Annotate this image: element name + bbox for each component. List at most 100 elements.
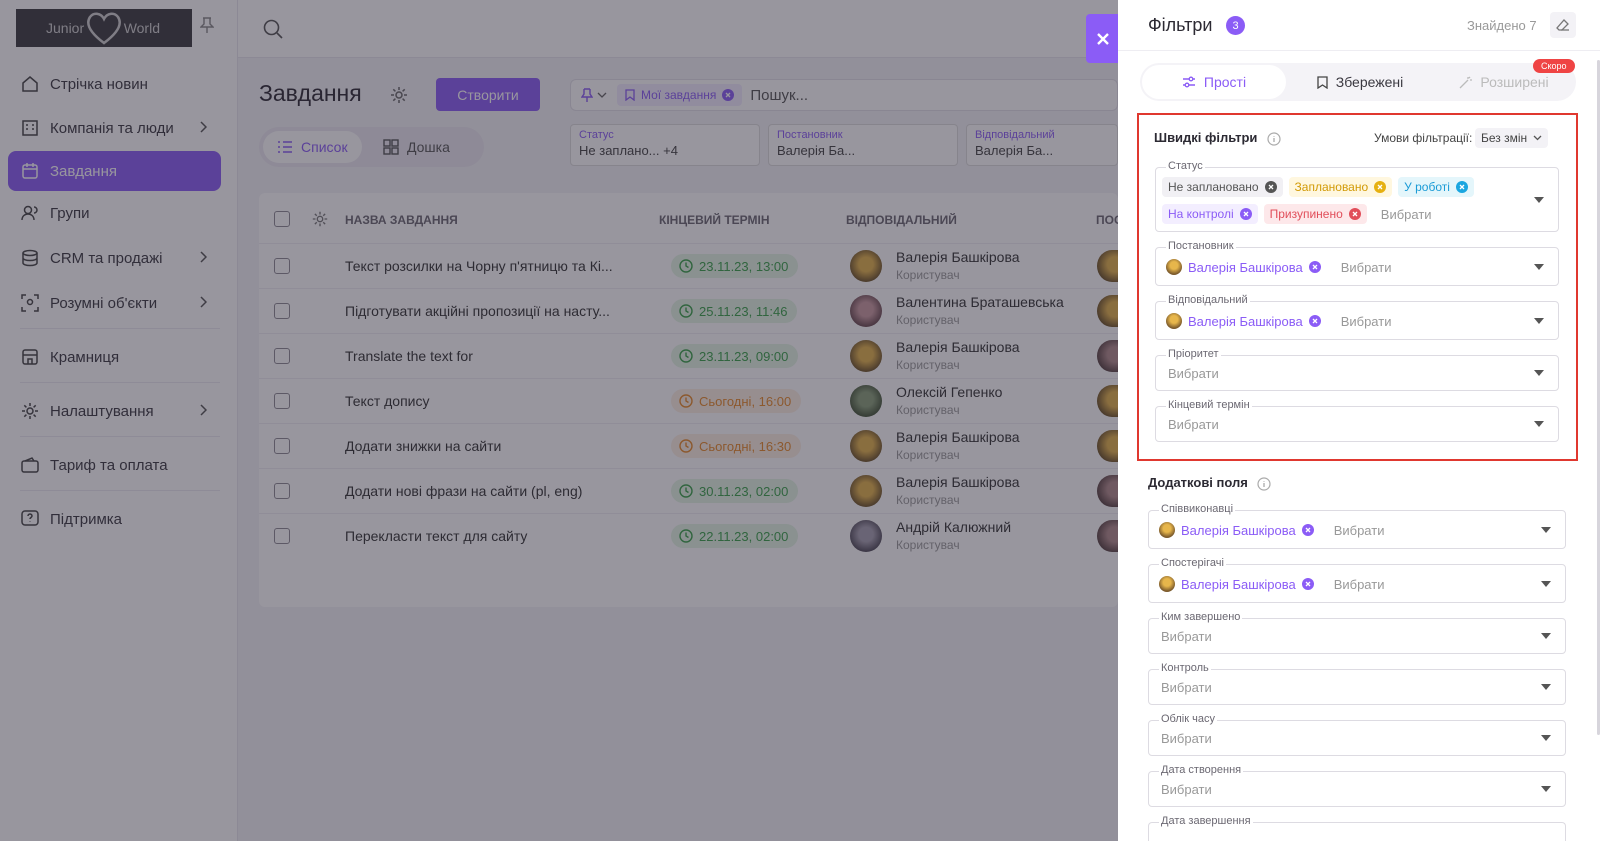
- observers-field[interactable]: Спостерігачі Валерія Башкірова Вибрати: [1148, 557, 1566, 603]
- time-tracking-field[interactable]: Облік часу Вибрати: [1148, 713, 1566, 756]
- section-title-text: Швидкі фільтри: [1154, 130, 1258, 145]
- dropdown-caret-icon: [1541, 735, 1551, 741]
- remove-tag-icon[interactable]: [1348, 208, 1361, 220]
- status-tag[interactable]: На контролі: [1162, 204, 1258, 224]
- dropdown-caret-icon: [1541, 633, 1551, 639]
- user-name: Валерія Башкірова: [1188, 259, 1303, 275]
- status-tag[interactable]: Призупинено: [1263, 204, 1367, 224]
- created-date-field[interactable]: Дата створення Вибрати: [1148, 764, 1566, 807]
- select-placeholder: Вибрати: [1161, 782, 1212, 797]
- magic-wand-icon: [1459, 76, 1473, 88]
- select-placeholder: Вибрати: [1333, 522, 1385, 538]
- found-count: Знайдено 7: [1467, 18, 1537, 33]
- avatar: [1159, 576, 1175, 592]
- status-tag[interactable]: Не заплановано: [1162, 177, 1283, 197]
- select-placeholder: Вибрати: [1380, 206, 1432, 222]
- field-label: Контроль: [1159, 662, 1211, 674]
- clear-filters-button[interactable]: [1550, 12, 1576, 38]
- select-placeholder: Вибрати: [1161, 680, 1212, 695]
- author-field[interactable]: Постановник Валерія Башкірова Вибрати: [1155, 240, 1559, 286]
- avatar: [1166, 313, 1182, 329]
- close-icon: [1096, 32, 1109, 45]
- selected-user-chip[interactable]: Валерія Башкірова: [1159, 576, 1314, 592]
- dropdown-caret-icon: [1534, 196, 1544, 203]
- select-value: Без змін: [1481, 131, 1528, 145]
- avatar: [1166, 259, 1182, 275]
- field-label: Облік часу: [1159, 713, 1217, 725]
- remove-user-icon[interactable]: [1301, 524, 1314, 536]
- eraser-icon: [1556, 19, 1569, 31]
- finished-date-field[interactable]: Дата завершення: [1148, 815, 1566, 841]
- tab-saved[interactable]: Збережені: [1290, 65, 1430, 99]
- extra-fields-title: Додаткові поля: [1148, 475, 1272, 491]
- filter-panel-header: Фільтри 3 Знайдено 7: [1118, 0, 1600, 51]
- remove-tag-icon[interactable]: [1264, 181, 1277, 193]
- dropdown-caret-icon: [1541, 526, 1551, 533]
- select-placeholder: Вибрати: [1168, 366, 1219, 381]
- status-tag[interactable]: У роботі: [1398, 177, 1474, 197]
- tag-label: У роботі: [1404, 180, 1450, 194]
- select-placeholder: Вибрати: [1340, 259, 1392, 275]
- field-label: Статус: [1166, 160, 1205, 172]
- quick-filters-title: Швидкі фільтри: [1154, 130, 1281, 146]
- remove-user-icon[interactable]: [1308, 315, 1321, 327]
- dropdown-caret-icon: [1534, 370, 1544, 376]
- field-label: Спостерігачі: [1159, 557, 1226, 569]
- field-label: Ким завершено: [1159, 611, 1243, 623]
- filter-conditions-label: Умови фільтрації:: [1374, 131, 1473, 145]
- deadline-field[interactable]: Кінцевий термін Вибрати: [1155, 399, 1559, 442]
- panel-title: Фільтри: [1148, 15, 1213, 35]
- field-label: Відповідальний: [1166, 294, 1250, 306]
- user-name: Валерія Башкірова: [1188, 313, 1303, 329]
- control-field[interactable]: Контроль Вибрати: [1148, 662, 1566, 705]
- dropdown-caret-icon: [1534, 421, 1544, 427]
- chevron-down-icon: [1533, 135, 1542, 141]
- field-label: Кінцевий термін: [1166, 399, 1252, 411]
- modal-backdrop[interactable]: [0, 0, 1118, 841]
- tag-label: Не заплановано: [1168, 180, 1259, 194]
- field-label: Пріоритет: [1166, 348, 1221, 360]
- selected-user-chip[interactable]: Валерія Башкірова: [1166, 259, 1321, 275]
- close-panel-button[interactable]: [1086, 14, 1119, 63]
- completed-by-field[interactable]: Ким завершено Вибрати: [1148, 611, 1566, 654]
- selected-user-chip[interactable]: Валерія Башкірова: [1159, 522, 1314, 538]
- selected-user-chip[interactable]: Валерія Башкірова: [1166, 313, 1321, 329]
- sliders-icon: [1182, 76, 1195, 88]
- responsible-field[interactable]: Відповідальний Валерія Башкірова Вибрати: [1155, 294, 1559, 340]
- tag-label: Призупинено: [1269, 207, 1343, 221]
- remove-user-icon[interactable]: [1301, 578, 1314, 590]
- filter-panel: Фільтри 3 Знайдено 7 Прості Збережені Ро…: [1118, 0, 1600, 841]
- status-field[interactable]: Статус Не заплановано Заплановано У робо…: [1155, 160, 1559, 232]
- info-icon[interactable]: [1267, 131, 1281, 146]
- remove-user-icon[interactable]: [1308, 261, 1321, 273]
- select-placeholder: Вибрати: [1161, 629, 1212, 644]
- tab-simple[interactable]: Прості: [1142, 65, 1286, 99]
- info-icon[interactable]: [1257, 476, 1272, 491]
- select-placeholder: Вибрати: [1333, 576, 1385, 592]
- status-tag[interactable]: Заплановано: [1288, 177, 1393, 197]
- select-placeholder: Вибрати: [1340, 313, 1392, 329]
- filter-conditions-select[interactable]: Без змін: [1475, 128, 1549, 148]
- status-tags: Не заплановано Заплановано У роботі На к…: [1162, 177, 1524, 224]
- remove-tag-icon[interactable]: [1455, 181, 1468, 193]
- bookmark-icon: [1317, 75, 1328, 89]
- section-title-text: Додаткові поля: [1148, 475, 1248, 490]
- remove-tag-icon[interactable]: [1374, 181, 1387, 193]
- avatar: [1159, 522, 1175, 538]
- tag-label: Заплановано: [1294, 180, 1369, 194]
- active-filters-badge: 3: [1226, 16, 1245, 35]
- tag-label: На контролі: [1168, 207, 1234, 221]
- remove-tag-icon[interactable]: [1239, 208, 1252, 220]
- field-label: Постановник: [1166, 240, 1236, 252]
- select-placeholder: Вибрати: [1168, 417, 1219, 432]
- dropdown-caret-icon: [1534, 263, 1544, 270]
- dropdown-caret-icon: [1541, 580, 1551, 587]
- field-label: Дата створення: [1159, 764, 1244, 776]
- tab-label: Збережені: [1335, 74, 1404, 90]
- tab-label: Розширені: [1480, 74, 1549, 90]
- user-name: Валерія Башкірова: [1181, 576, 1296, 592]
- coexecutors-field[interactable]: Співвиконавці Валерія Башкірова Вибрати: [1148, 503, 1566, 549]
- field-label: Дата завершення: [1159, 815, 1253, 827]
- dropdown-caret-icon: [1534, 317, 1544, 324]
- priority-field[interactable]: Пріоритет Вибрати: [1155, 348, 1559, 391]
